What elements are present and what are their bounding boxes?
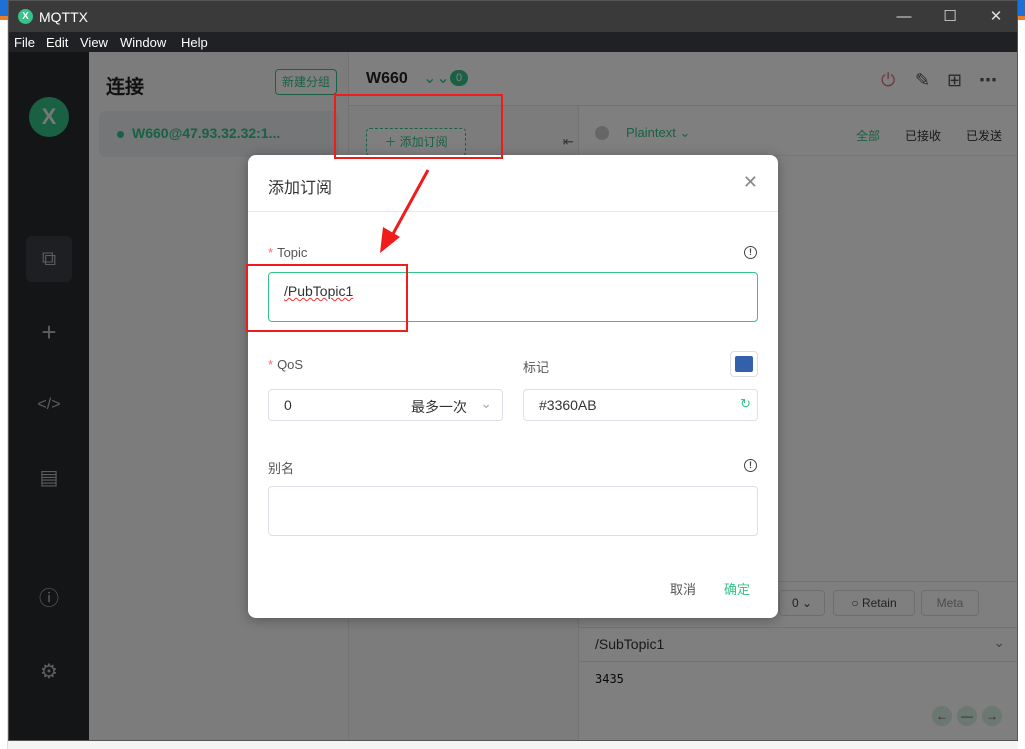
maximize-button[interactable]: ☐ (927, 1, 973, 32)
qos-label: * QoS (268, 357, 304, 372)
annotation-box-add-button (334, 94, 503, 159)
menu-view[interactable]: View (80, 35, 108, 50)
desktop-background-right (1018, 0, 1025, 749)
chevron-down-icon: ⌄ (480, 395, 492, 411)
color-swatch (735, 356, 753, 372)
qos-label-text: QoS (277, 357, 304, 372)
color-input[interactable]: #3360AB ↻ (523, 389, 758, 421)
desktop-background-left (0, 0, 8, 749)
window-title: MQTTX (39, 9, 88, 25)
color-picker-button[interactable] (730, 351, 758, 377)
add-subscription-dialog: 添加订阅 ✕ * Topic ! /PubTopic1 * QoS 标记 0 最多一… (248, 155, 778, 618)
color-value: #3360AB (539, 397, 597, 413)
menu-bar: File Edit View Window Help (9, 32, 1017, 52)
confirm-button[interactable]: 确定 (724, 579, 750, 598)
refresh-icon[interactable]: ↻ (740, 396, 751, 412)
annotation-arrow-icon (380, 169, 430, 253)
alias-info-icon[interactable]: ! (744, 459, 757, 472)
qos-select[interactable]: 0 最多一次 ⌄ (268, 389, 503, 421)
menu-edit[interactable]: Edit (46, 35, 68, 50)
app-logo-icon: X (18, 9, 33, 24)
close-icon[interactable]: ✕ (743, 172, 758, 193)
alias-label: 别名 (268, 461, 295, 476)
close-window-button[interactable]: ✕ (973, 1, 1017, 32)
qos-select-value: 0 (284, 397, 292, 413)
menu-file[interactable]: File (14, 35, 35, 50)
minimize-button[interactable]: — (881, 1, 927, 32)
qos-description: 最多一次 (411, 399, 467, 415)
alias-input[interactable] (268, 486, 758, 536)
title-bar: X MQTTX — ☐ ✕ (9, 1, 1017, 32)
topic-label-text: Topic (277, 245, 308, 260)
mark-label: 标记 (523, 360, 550, 375)
topic-info-icon[interactable]: ! (744, 246, 757, 259)
menu-window[interactable]: Window (120, 35, 166, 50)
dialog-title: 添加订阅 (268, 180, 333, 197)
menu-help[interactable]: Help (181, 35, 208, 50)
cancel-button[interactable]: 取消 (670, 579, 696, 598)
topic-label: * Topic (268, 245, 308, 260)
annotation-box-topic (246, 264, 408, 332)
